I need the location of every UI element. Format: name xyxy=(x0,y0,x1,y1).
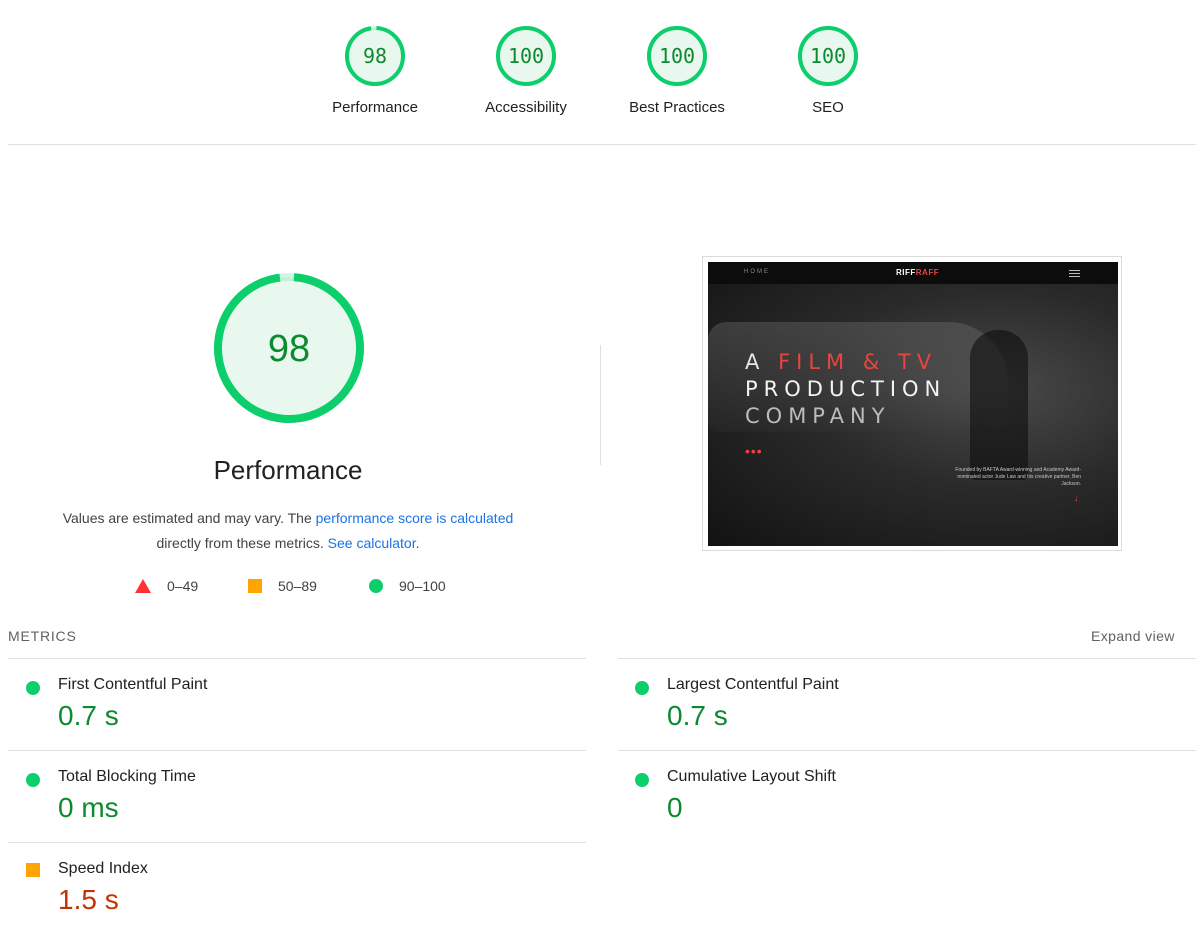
performance-score: 98 xyxy=(268,328,310,370)
gauge-accessibility[interactable]: 100 Accessibility xyxy=(461,25,591,116)
score-calculated-link[interactable]: performance score is calculated xyxy=(316,510,514,526)
gauge-label: SEO xyxy=(812,99,844,116)
gauge-score: 98 xyxy=(363,44,387,68)
screenshot-nav: HOME xyxy=(744,269,770,275)
metric-first-contentful-paint: First Contentful Paint 0.7 s xyxy=(8,676,508,766)
legend-range: 50–89 xyxy=(278,578,317,594)
legend-range: 90–100 xyxy=(399,578,446,594)
arrow-down-icon: ↓ xyxy=(1074,493,1079,503)
screenshot-image: HOME RIFFRAFF A FILM & TV PRODUCTION COM… xyxy=(708,262,1118,546)
square-icon xyxy=(248,579,262,593)
pass-circle-icon xyxy=(635,681,649,695)
legend-pass: 90–100 xyxy=(369,578,446,594)
screenshot-logo: RIFFRAFF xyxy=(896,268,940,277)
metric-value: 0.7 s xyxy=(58,700,119,731)
metric-name: Speed Index xyxy=(58,860,148,877)
pass-circle-icon xyxy=(635,773,649,787)
gauge-label: Performance xyxy=(332,99,418,116)
divider xyxy=(8,842,586,843)
score-summary: 98 Performance 100 Accessibility 100 Bes… xyxy=(0,0,1200,146)
metric-largest-contentful-paint: Largest Contentful Paint 0.7 s xyxy=(617,676,1117,766)
divider xyxy=(8,144,1196,145)
divider xyxy=(8,750,586,751)
gauge-ring-icon: 98 xyxy=(345,25,405,86)
metric-total-blocking-time: Total Blocking Time 0 ms xyxy=(8,768,508,858)
legend-average: 50–89 xyxy=(248,578,317,594)
desc-text: Values are estimated and may vary. The xyxy=(62,510,316,526)
performance-title: Performance xyxy=(213,455,363,485)
performance-gauge: 98 xyxy=(214,273,364,423)
gauge-score: 100 xyxy=(659,44,695,68)
desc-text: directly from these metrics. xyxy=(156,535,324,551)
gauge-ring-icon: 100 xyxy=(496,26,556,86)
legend-fail: 0–49 xyxy=(135,578,198,594)
gauge-score: 100 xyxy=(810,44,846,68)
metric-name: Cumulative Layout Shift xyxy=(667,768,836,785)
legend-range: 0–49 xyxy=(167,578,199,594)
circle-icon xyxy=(369,579,383,593)
final-screenshot[interactable]: HOME RIFFRAFF A FILM & TV PRODUCTION COM… xyxy=(702,256,1122,551)
metric-name: Largest Contentful Paint xyxy=(667,676,839,693)
metric-cumulative-layout-shift: Cumulative Layout Shift 0 xyxy=(617,768,1117,858)
gauge-best-practices[interactable]: 100 Best Practices xyxy=(612,25,742,116)
hamburger-icon xyxy=(1069,270,1080,277)
performance-description: Values are estimated and may vary. The p… xyxy=(38,506,538,556)
gauge-label: Best Practices xyxy=(629,99,725,116)
expand-view-toggle[interactable]: Expand view xyxy=(1091,628,1175,644)
vertical-divider xyxy=(600,345,601,465)
metric-value: 0.7 s xyxy=(667,700,728,731)
gauge-score: 100 xyxy=(508,44,544,68)
metric-name: Total Blocking Time xyxy=(58,768,196,785)
gauge-ring-icon: 100 xyxy=(798,26,858,86)
gauge-performance[interactable]: 98 Performance xyxy=(310,25,440,116)
screenshot-headline-1: A FILM & TV xyxy=(745,350,938,374)
metric-name: First Contentful Paint xyxy=(58,676,208,693)
divider xyxy=(8,658,586,659)
triangle-icon xyxy=(135,579,151,593)
metric-speed-index: Speed Index 1.5 s xyxy=(8,860,508,950)
metric-value: 0 ms xyxy=(58,792,119,823)
screenshot-headline-2: PRODUCTION xyxy=(745,377,947,401)
gauge-label: Accessibility xyxy=(485,99,567,116)
gauge-ring-icon: 100 xyxy=(647,26,707,86)
desc-text: . xyxy=(415,535,420,551)
metrics-heading: METRICS xyxy=(8,628,77,644)
pass-circle-icon xyxy=(26,773,40,787)
screenshot-topbar: HOME RIFFRAFF xyxy=(708,262,1118,284)
divider xyxy=(618,658,1196,659)
divider xyxy=(618,750,1196,751)
screenshot-dots: ••• xyxy=(745,443,763,459)
screenshot-background-person xyxy=(970,330,1028,480)
gauge-seo[interactable]: 100 SEO xyxy=(763,25,893,116)
screenshot-headline-3: COMPANY xyxy=(745,404,891,428)
metric-value: 1.5 s xyxy=(58,884,119,915)
average-square-icon xyxy=(26,863,40,877)
screenshot-caption: Founded by BAFTA Award-winning and Acade… xyxy=(955,467,1081,487)
pass-circle-icon xyxy=(26,681,40,695)
see-calculator-link[interactable]: See calculator xyxy=(328,535,416,551)
metric-value: 0 xyxy=(667,792,683,823)
